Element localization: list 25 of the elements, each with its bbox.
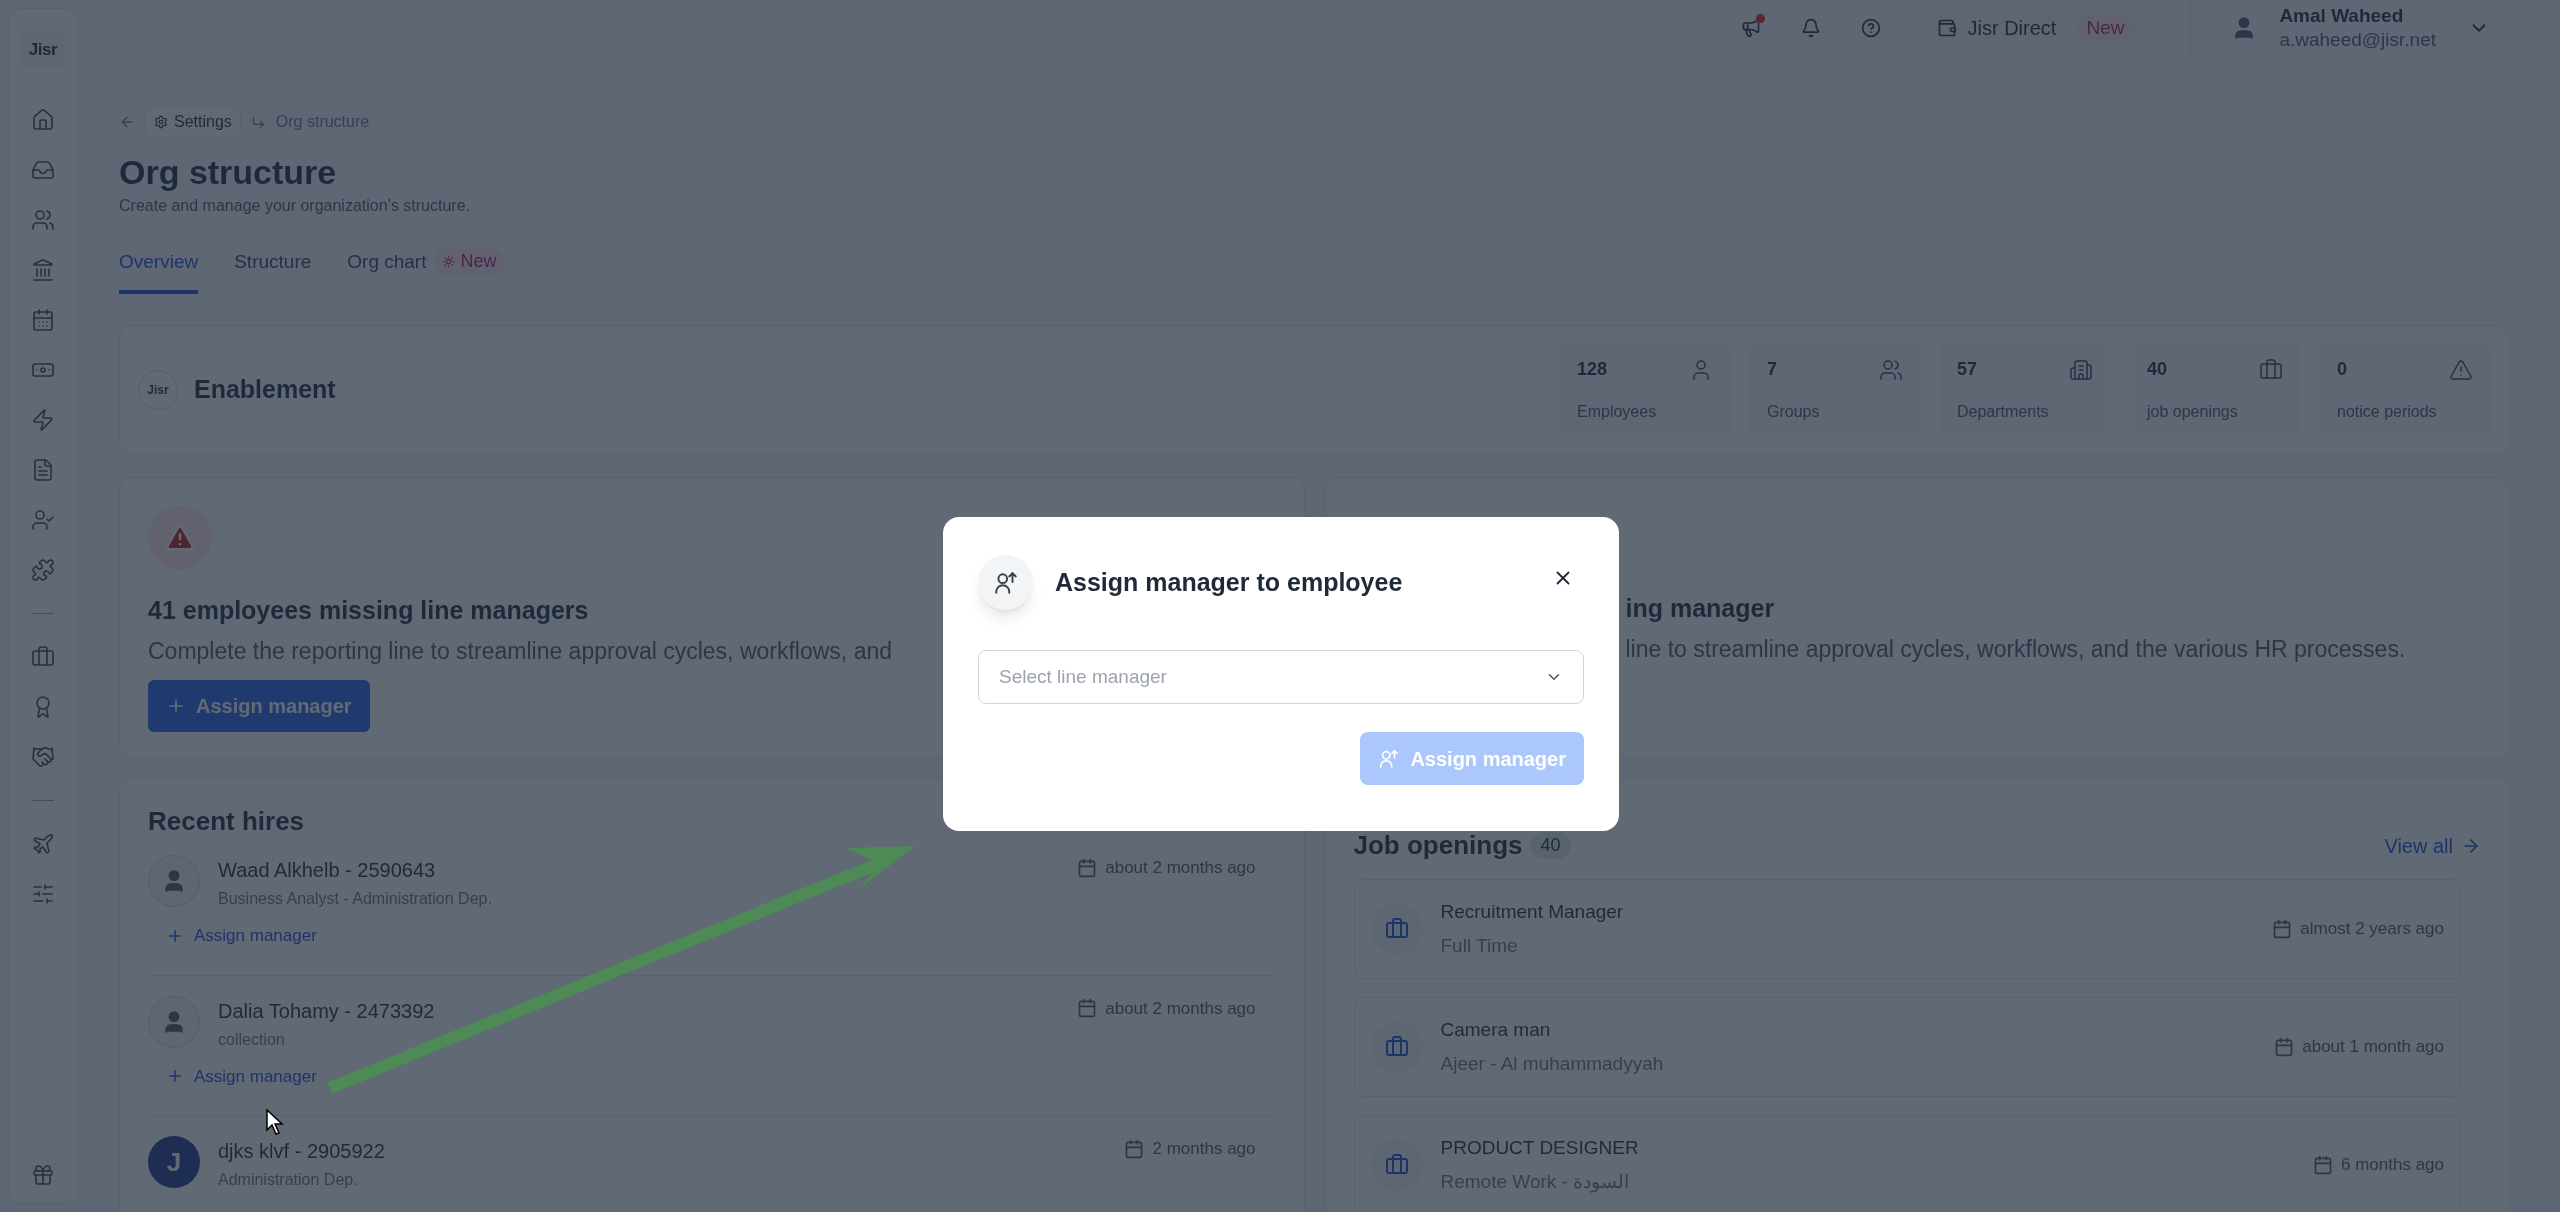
employee-name: Dalia Tohamy - 2473392 [218, 998, 435, 1024]
card-title: 41 employees missing line managers [148, 595, 589, 626]
mouse-cursor-icon [265, 1108, 285, 1136]
line-manager-select[interactable]: Select line manager [978, 650, 1584, 704]
employee-name: djks klvf - 2905922 [218, 1139, 385, 1164]
employee-name: Waad Alkhelb - 2590643 [218, 858, 436, 883]
stat-value: 57 [1957, 358, 1978, 381]
card-title: Job openings [1353, 829, 1523, 862]
page-title: Org structure [119, 152, 338, 193]
job-title: PRODUCT DESIGNER [1440, 1135, 1640, 1160]
user-arrow-icon [992, 569, 1019, 596]
card-title: Recent hires [148, 805, 306, 838]
stat-value: 0 [2337, 358, 2347, 381]
stat-value: 7 [1767, 358, 1777, 381]
user-name: Amal Waheed [2279, 4, 2405, 28]
job-title: Camera man [1440, 1017, 1552, 1042]
tab[interactable]: Structure [234, 243, 312, 294]
card-title: Enablement [194, 374, 336, 406]
dialog-title: Assign manager to employee [1055, 566, 1403, 598]
select-input[interactable]: Select line manager [999, 662, 1545, 692]
stat-value: 40 [2147, 358, 2168, 381]
user-arrow-icon [1378, 747, 1401, 770]
stat-value: 128 [1577, 358, 1608, 381]
job-title: Recruitment Manager [1440, 899, 1625, 924]
card-title: ing manager [1625, 593, 1776, 624]
